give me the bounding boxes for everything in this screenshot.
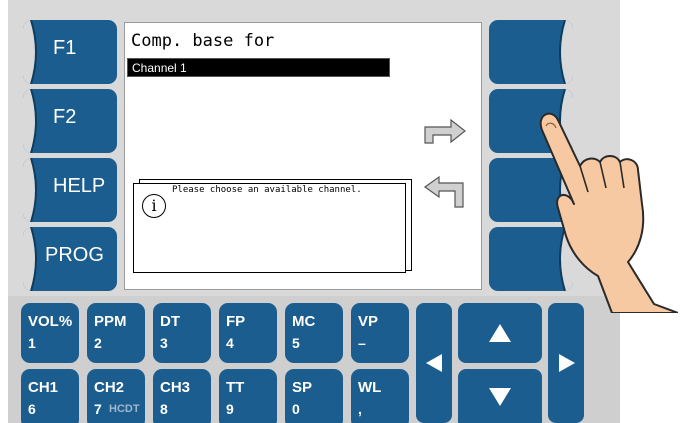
help-key-label: HELP [53, 175, 106, 197]
message-text: Please choose an available channel. [172, 185, 362, 195]
key-top-label: DT [160, 313, 180, 330]
screen-title: Comp. base for [131, 31, 275, 51]
key-bottom-label: , [358, 401, 362, 417]
key-bottom-label: – [358, 335, 366, 351]
info-icon: i [142, 194, 166, 218]
nav-down-button[interactable] [458, 369, 542, 423]
key-ch2-7[interactable]: CH2 7 HCDT [87, 369, 145, 423]
key-top-label: CH2 [94, 379, 125, 396]
key-bottom-label: 4 [226, 335, 234, 351]
key-vp-minus[interactable]: VP – [351, 303, 409, 363]
key-top-label: SP [292, 379, 313, 396]
f1-key[interactable]: F1 [23, 20, 117, 84]
key-top-label: CH1 [28, 379, 59, 396]
key-top-label: WL [358, 379, 382, 396]
prog-key-label: PROG [45, 244, 104, 266]
channel-select[interactable]: Channel 1 [127, 58, 390, 77]
key-top-label: CH3 [160, 379, 191, 396]
message-box: i Please choose an available channel. [133, 183, 406, 273]
key-top-label: MC [292, 313, 316, 330]
pointing-hand-icon [539, 112, 678, 313]
channel-select-value: Channel 1 [132, 61, 187, 75]
help-key[interactable]: HELP [23, 158, 117, 222]
display-screen: Comp. base for Channel 1 i Please choose… [124, 22, 482, 290]
f2-key-label: F2 [53, 106, 77, 128]
key-sp-0[interactable]: SP 0 [285, 369, 343, 423]
arrow-right-icon[interactable] [423, 115, 467, 145]
key-vol-1[interactable]: VOL% 1 [21, 303, 79, 363]
key-wl-comma[interactable]: WL , [351, 369, 409, 423]
right-key-1[interactable] [489, 20, 573, 84]
triangle-up-icon [489, 324, 511, 342]
key-bottom-label: 8 [160, 401, 168, 417]
key-bottom-label: 3 [160, 335, 168, 351]
arrow-return-left-icon[interactable] [423, 175, 467, 209]
key-mc-5[interactable]: MC 5 [285, 303, 343, 363]
key-top-label: FP [226, 313, 246, 330]
key-bottom-label: 7 [94, 401, 102, 417]
prog-key[interactable]: PROG [23, 227, 117, 291]
key-ppm-2[interactable]: PPM 2 [87, 303, 145, 363]
key-ch3-8[interactable]: CH3 8 [153, 369, 211, 423]
key-bottom-label: 1 [28, 335, 36, 351]
key-ch1-6[interactable]: CH1 6 [21, 369, 79, 423]
key-notch-icon [23, 89, 37, 153]
key-bottom-label: 6 [28, 401, 36, 417]
key-top-label: TT [226, 379, 245, 396]
key-bottom-label: 5 [292, 335, 300, 351]
key-top-label: VP [358, 313, 379, 330]
triangle-down-icon [489, 388, 511, 406]
key-bottom-label: 9 [226, 401, 234, 417]
triangle-right-icon [559, 354, 575, 372]
key-bottom-label: 2 [94, 335, 102, 351]
triangle-left-icon [426, 354, 442, 372]
key-fp-4[interactable]: FP 4 [219, 303, 277, 363]
key-notch-icon [23, 227, 37, 291]
f1-key-label: F1 [53, 37, 77, 59]
device-panel: F1 F2 HELP PROG Comp. base for Channel 1… [0, 0, 681, 423]
key-bottom-label: 0 [292, 401, 300, 417]
nav-right-button[interactable] [548, 303, 584, 423]
key-dt-3[interactable]: DT 3 [153, 303, 211, 363]
nav-left-button[interactable] [416, 303, 452, 423]
key-notch-icon [23, 158, 37, 222]
key-notch-icon [23, 20, 37, 84]
key-top-label: VOL% [28, 313, 73, 330]
key-tt-9[interactable]: TT 9 [219, 369, 277, 423]
key-hint-label: HCDT [109, 403, 140, 415]
key-notch-icon [559, 20, 573, 84]
f2-key[interactable]: F2 [23, 89, 117, 153]
key-top-label: PPM [94, 313, 127, 330]
